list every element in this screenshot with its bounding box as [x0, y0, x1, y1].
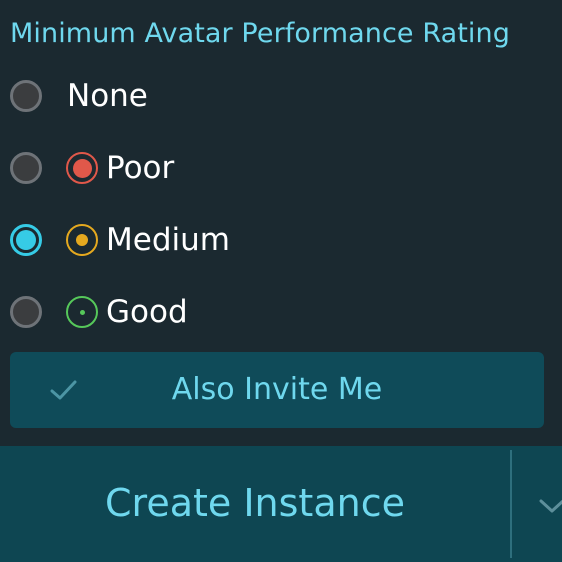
create-options-dropdown-button[interactable] [512, 446, 562, 562]
radio-button-selected[interactable] [10, 224, 42, 256]
create-instance-button[interactable]: Create Instance [0, 446, 510, 562]
create-instance-bar: Create Instance [0, 446, 562, 562]
also-invite-me-label: Also Invite Me [171, 372, 383, 407]
rating-option-good[interactable]: Good [10, 292, 188, 332]
radio-button[interactable] [10, 152, 42, 184]
option-label: Good [106, 294, 188, 330]
poor-rating-icon [66, 152, 98, 184]
radio-button[interactable] [10, 80, 42, 112]
medium-rating-icon [66, 224, 98, 256]
rating-option-none[interactable]: None [10, 76, 148, 116]
option-label: None [67, 78, 148, 114]
option-label: Poor [106, 150, 175, 186]
option-label: Medium [106, 222, 230, 258]
good-rating-icon [66, 296, 98, 328]
rating-option-medium[interactable]: Medium [10, 220, 230, 260]
also-invite-me-toggle[interactable]: Also Invite Me [10, 352, 544, 428]
radio-button[interactable] [10, 296, 42, 328]
create-instance-label: Create Instance [105, 481, 405, 525]
section-title: Minimum Avatar Performance Rating [10, 18, 510, 49]
rating-option-poor[interactable]: Poor [10, 148, 174, 188]
chevron-down-icon [539, 499, 562, 513]
